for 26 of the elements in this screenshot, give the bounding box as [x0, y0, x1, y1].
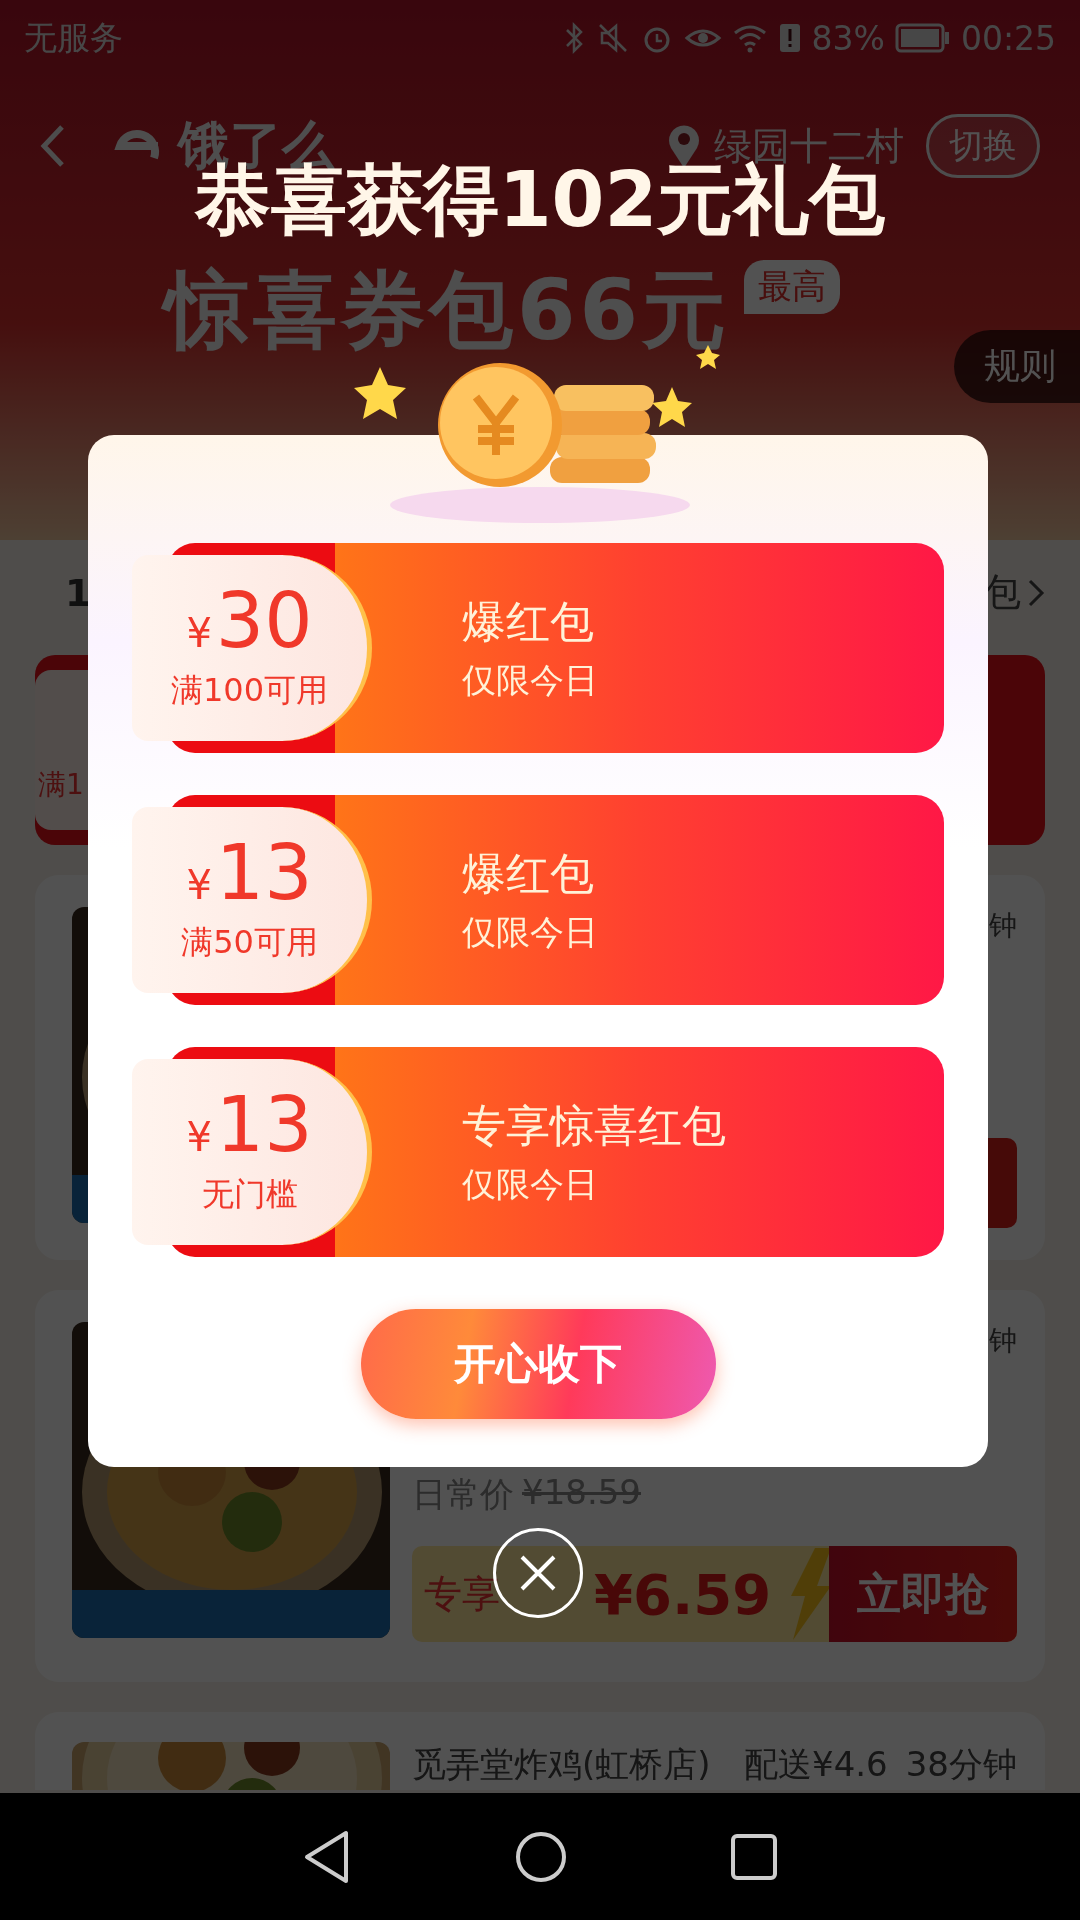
coupon-condition: 满100可用 — [170, 670, 329, 711]
currency-symbol: ¥ — [186, 862, 212, 908]
currency-symbol: ¥ — [186, 1114, 212, 1160]
coupon-condition: 满50可用 — [181, 922, 318, 963]
delivery-time: 钟 — [989, 1323, 1017, 1359]
deal-price: ¥6.59 — [594, 1561, 772, 1627]
battery-percent: 83% — [811, 18, 885, 58]
coupon-condition: 无门槛 — [201, 1174, 298, 1215]
currency-symbol: ¥ — [186, 610, 212, 656]
coupon-title: 专享惊喜红包 — [462, 1098, 727, 1153]
coupon-validity: 仅限今日 — [462, 1162, 599, 1206]
coupon-amount: 13 — [215, 835, 313, 911]
coupon-validity: 仅限今日 — [462, 658, 599, 702]
coupon-title: 爆红包 — [462, 594, 595, 649]
coupon-condition: 满1 — [38, 767, 84, 803]
max-badge: 最高 — [743, 260, 840, 314]
coupon-validity: 仅限今日 — [462, 910, 599, 954]
coupon-title: 爆红包 — [462, 846, 595, 901]
carrier-text: 无服务 — [24, 16, 123, 59]
delivery-fee: 配送¥4.6 — [744, 1743, 888, 1786]
coupon-amount: 13 — [215, 1087, 313, 1163]
coupon-amount: 30 — [215, 583, 313, 659]
section-text: 1 — [65, 570, 92, 615]
delivery-time: 38分钟 — [905, 1743, 1017, 1786]
delivery-time: 钟 — [989, 908, 1017, 944]
clock-time: 00:25 — [960, 18, 1056, 58]
